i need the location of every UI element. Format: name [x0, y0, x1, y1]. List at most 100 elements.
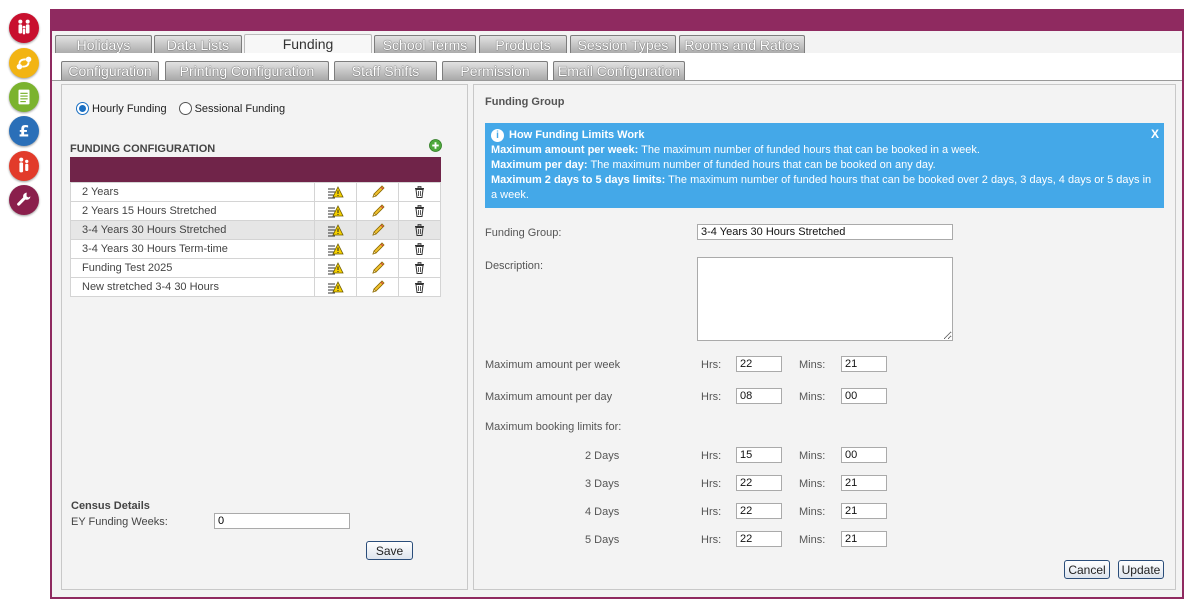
- schedule-icon[interactable]: [327, 280, 344, 294]
- limit-days-label: 3 Days: [585, 478, 620, 490]
- limit-mins-input[interactable]: [841, 531, 887, 547]
- edit-cell[interactable]: [356, 277, 400, 297]
- tab-funding[interactable]: Funding: [244, 34, 372, 55]
- delete-cell[interactable]: [398, 182, 441, 202]
- subtab-staff-shifts[interactable]: Staff Shifts: [334, 61, 437, 80]
- hrs-label: Hrs:: [701, 450, 722, 462]
- schedule-cell[interactable]: [314, 258, 358, 278]
- edit-cell[interactable]: [356, 182, 400, 202]
- notepad-icon[interactable]: [9, 82, 39, 112]
- table-row[interactable]: 2 Years 15 Hours Stretched: [69, 201, 441, 221]
- sessional-funding-radio[interactable]: [178, 102, 192, 115]
- table-row[interactable]: 2 Years: [69, 182, 441, 202]
- edit-cell[interactable]: [356, 220, 400, 240]
- funding-name-cell[interactable]: 2 Years: [69, 182, 316, 202]
- ey-funding-weeks-input[interactable]: [214, 513, 350, 529]
- limit-mins-input[interactable]: [841, 447, 887, 463]
- info-line: Maximum per day: The maximum number of f…: [491, 159, 936, 171]
- limit-mins-input[interactable]: [841, 503, 887, 519]
- delete-cell[interactable]: [398, 239, 441, 259]
- pencil-icon[interactable]: [370, 279, 386, 295]
- delete-cell[interactable]: [398, 277, 441, 297]
- edit-cell[interactable]: [356, 258, 400, 278]
- tab-rooms-and-ratios[interactable]: Rooms and Ratios: [679, 35, 805, 54]
- table-row[interactable]: Funding Test 2025: [69, 258, 441, 278]
- workflow-icon[interactable]: [9, 48, 39, 78]
- delete-cell[interactable]: [398, 258, 441, 278]
- close-info-button[interactable]: X: [1151, 127, 1159, 142]
- schedule-icon[interactable]: [327, 185, 344, 199]
- subtab-permission[interactable]: Permission: [442, 61, 548, 80]
- mins-label: Mins:: [799, 359, 826, 371]
- trash-icon[interactable]: [414, 224, 425, 237]
- mins-label: Mins:: [799, 534, 826, 546]
- funding-name-cell[interactable]: 3-4 Years 30 Hours Term-time: [69, 239, 316, 259]
- schedule-icon[interactable]: [327, 242, 344, 256]
- delete-cell[interactable]: [398, 220, 441, 240]
- wrench-icon[interactable]: [9, 185, 39, 215]
- tab-school-terms[interactable]: School Terms: [374, 35, 476, 54]
- cancel-button[interactable]: Cancel: [1064, 560, 1110, 579]
- per-week-mins-input[interactable]: [841, 356, 887, 372]
- sessional-funding-label[interactable]: Sessional Funding: [195, 103, 286, 115]
- family-icon[interactable]: [9, 13, 39, 43]
- trash-icon[interactable]: [414, 281, 425, 294]
- trash-icon[interactable]: [414, 262, 425, 275]
- edit-cell[interactable]: [356, 201, 400, 221]
- hourly-funding-label[interactable]: Hourly Funding: [92, 103, 167, 115]
- subtab-printing-configuration[interactable]: Printing Configuration: [165, 61, 329, 80]
- children-icon[interactable]: [9, 151, 39, 181]
- per-day-mins-input[interactable]: [841, 388, 887, 404]
- schedule-cell[interactable]: [314, 201, 358, 221]
- tab-data-lists[interactable]: Data Lists: [154, 35, 242, 54]
- limit-hrs-input[interactable]: [736, 475, 782, 491]
- update-button[interactable]: Update: [1118, 560, 1164, 579]
- pencil-icon[interactable]: [370, 203, 386, 219]
- per-week-hrs-input[interactable]: [736, 356, 782, 372]
- funding-name-cell[interactable]: Funding Test 2025: [69, 258, 316, 278]
- per-day-hrs-input[interactable]: [736, 388, 782, 404]
- pencil-icon[interactable]: [370, 184, 386, 200]
- trash-icon[interactable]: [414, 186, 425, 199]
- mins-label: Mins:: [799, 478, 826, 490]
- funding-name-cell[interactable]: 2 Years 15 Hours Stretched: [69, 201, 316, 221]
- info-icon: i: [491, 129, 504, 142]
- schedule-cell[interactable]: [314, 182, 358, 202]
- table-row[interactable]: New stretched 3-4 30 Hours: [69, 277, 441, 297]
- pencil-icon[interactable]: [370, 241, 386, 257]
- subtab-email-configuration[interactable]: Email Configuration: [553, 61, 685, 80]
- trash-icon[interactable]: [414, 205, 425, 218]
- funding-name-cell[interactable]: 3-4 Years 30 Hours Stretched: [69, 220, 316, 240]
- table-row[interactable]: 3-4 Years 30 Hours Term-time: [69, 239, 441, 259]
- pencil-icon[interactable]: [370, 222, 386, 238]
- schedule-cell[interactable]: [314, 277, 358, 297]
- limit-hrs-input[interactable]: [736, 531, 782, 547]
- funding-limits-info-box: i How Funding Limits Work X Maximum amou…: [485, 123, 1164, 208]
- add-icon[interactable]: [429, 139, 442, 152]
- description-textarea[interactable]: [697, 257, 953, 341]
- schedule-cell[interactable]: [314, 239, 358, 259]
- schedule-cell[interactable]: [314, 220, 358, 240]
- table-row[interactable]: 3-4 Years 30 Hours Stretched: [69, 220, 441, 240]
- schedule-icon[interactable]: [327, 261, 344, 275]
- hourly-funding-radio[interactable]: [76, 102, 89, 115]
- pencil-icon[interactable]: [370, 260, 386, 276]
- funding-name-cell[interactable]: New stretched 3-4 30 Hours: [69, 277, 316, 297]
- edit-cell[interactable]: [356, 239, 400, 259]
- schedule-icon[interactable]: [327, 204, 344, 218]
- trash-icon[interactable]: [414, 243, 425, 256]
- delete-cell[interactable]: [398, 201, 441, 221]
- limit-mins-input[interactable]: [841, 475, 887, 491]
- info-line: Maximum 2 days to 5 days limits: The max…: [491, 174, 1152, 201]
- limit-hrs-input[interactable]: [736, 447, 782, 463]
- pound-icon[interactable]: £: [9, 116, 39, 146]
- funding-configuration-panel: Hourly Funding Sessional Funding FUNDING…: [61, 84, 468, 590]
- funding-group-input[interactable]: [697, 224, 953, 240]
- subtab-configuration[interactable]: Configuration: [61, 61, 159, 80]
- schedule-icon[interactable]: [327, 223, 344, 237]
- save-button[interactable]: Save: [366, 541, 413, 560]
- tab-products[interactable]: Products: [479, 35, 567, 54]
- tab-holidays[interactable]: Holidays: [55, 35, 152, 54]
- tab-session-types[interactable]: Session Types: [570, 35, 676, 54]
- limit-hrs-input[interactable]: [736, 503, 782, 519]
